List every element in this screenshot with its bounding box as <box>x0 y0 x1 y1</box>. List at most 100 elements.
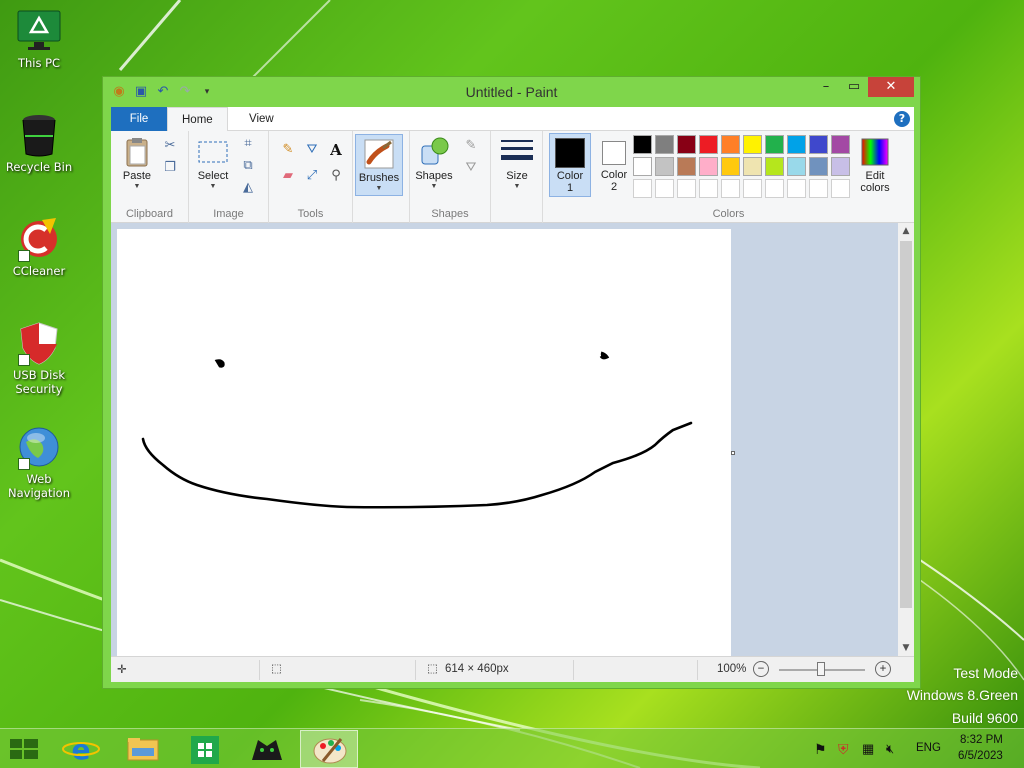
canvas-resize-handle[interactable] <box>731 451 735 455</box>
tab-home[interactable]: Home <box>167 107 228 132</box>
color2-button[interactable]: Color 2 <box>595 133 633 193</box>
title-bar[interactable]: ◉ ▣ ↶ ↷ ▾ Untitled - Paint – ▭ ✕ <box>103 77 920 107</box>
palette-swatch[interactable] <box>765 157 784 176</box>
palette-swatch[interactable] <box>765 135 784 154</box>
palette-swatch[interactable] <box>765 179 784 198</box>
minimize-button[interactable]: – <box>812 77 840 97</box>
palette-swatch[interactable] <box>743 157 762 176</box>
color1-button[interactable]: Color 1 <box>549 133 591 197</box>
canvas-workspace <box>111 223 898 656</box>
close-button[interactable]: ✕ <box>868 77 914 97</box>
cut-icon[interactable]: ✂ <box>161 137 179 155</box>
scroll-up-icon[interactable]: ▲ <box>898 223 914 239</box>
crop-icon[interactable]: ⌗ <box>239 135 257 153</box>
watermark-test-mode: Test Mode <box>953 665 1018 681</box>
desktop-icon-label: USB Disk Security <box>13 368 65 396</box>
taskbar-internet-explorer[interactable]: e <box>52 730 110 768</box>
palette-swatch[interactable] <box>699 179 718 198</box>
paste-button[interactable]: Paste ▼ <box>119 136 155 191</box>
size-button[interactable]: Size ▼ <box>497 136 537 191</box>
security-shield-icon[interactable]: ⛨ <box>838 741 849 758</box>
palette-swatch[interactable] <box>743 179 762 198</box>
brushes-button[interactable]: Brushes ▼ <box>355 134 403 196</box>
start-icon <box>10 739 38 759</box>
start-button[interactable] <box>0 730 48 768</box>
palette-swatch[interactable] <box>787 157 806 176</box>
color2-swatch <box>602 141 626 165</box>
clock-date[interactable]: 6/5/2023 <box>958 750 1003 762</box>
taskbar-file-explorer[interactable] <box>114 730 172 768</box>
palette-swatch[interactable] <box>677 157 696 176</box>
palette-swatch[interactable] <box>633 179 652 198</box>
clock-time[interactable]: 8:32 PM <box>960 734 1003 746</box>
taskbar-paint[interactable] <box>300 730 358 768</box>
tab-view[interactable]: View <box>235 107 288 131</box>
rotate-icon[interactable]: ◭ <box>239 179 257 197</box>
edit-colors-button[interactable]: Edit colors <box>853 136 897 194</box>
vertical-scrollbar[interactable]: ▲ ▼ <box>898 223 914 656</box>
palette-swatch[interactable] <box>677 135 696 154</box>
pencil-icon[interactable]: ✎ <box>279 141 297 159</box>
eraser-icon[interactable]: ▰ <box>279 167 297 185</box>
scroll-down-icon[interactable]: ▼ <box>898 640 914 656</box>
palette-swatch[interactable] <box>721 157 740 176</box>
palette-swatch[interactable] <box>655 179 674 198</box>
taskbar-store[interactable] <box>176 730 234 768</box>
desktop-icon-recycle-bin[interactable]: Recycle Bin <box>4 112 74 174</box>
desktop-icon-this-pc[interactable]: This PC <box>4 8 74 70</box>
language-indicator[interactable]: ENG <box>916 742 941 754</box>
palette-swatch[interactable] <box>743 135 762 154</box>
color-picker-icon[interactable]: ⤢ <box>303 167 321 185</box>
palette-swatch[interactable] <box>655 157 674 176</box>
palette-swatch[interactable] <box>633 135 652 154</box>
text-icon[interactable]: A <box>327 141 345 159</box>
palette-swatch[interactable] <box>677 179 696 198</box>
zoom-out-icon[interactable]: − <box>753 661 769 677</box>
palette-swatch[interactable] <box>721 179 740 198</box>
palette-swatch[interactable] <box>633 157 652 176</box>
palette-swatch[interactable] <box>831 157 850 176</box>
palette-swatch[interactable] <box>699 157 718 176</box>
edit-colors-icon <box>859 136 891 168</box>
canvas-size-icon: ⬚ <box>427 663 438 675</box>
group-clipboard: Paste ▼ ✂ ❐ Clipboard <box>111 131 189 223</box>
palette-swatch[interactable] <box>831 135 850 154</box>
palette-swatch[interactable] <box>721 135 740 154</box>
palette-swatch[interactable] <box>655 135 674 154</box>
zoom-slider-thumb[interactable] <box>817 662 825 676</box>
desktop-icon-web-navigation[interactable]: Web Navigation <box>4 424 74 500</box>
drawing-canvas[interactable] <box>117 229 731 656</box>
brush-icon <box>363 138 395 170</box>
fill-icon[interactable]: ⛛ <box>303 141 321 159</box>
resize-icon[interactable]: ⧉ <box>239 157 257 175</box>
magnifier-icon[interactable]: ⚲ <box>327 167 345 185</box>
palette-swatch[interactable] <box>699 135 718 154</box>
paint-icon <box>313 738 347 764</box>
selection-size-icon: ⬚ <box>271 663 282 675</box>
volume-muted-icon[interactable]: 🔇︎ <box>886 741 894 757</box>
palette-swatch[interactable] <box>809 157 828 176</box>
scrollbar-thumb[interactable] <box>900 241 912 608</box>
action-center-flag-icon[interactable]: ⚑ <box>814 741 827 758</box>
desktop-icon-ccleaner[interactable]: CCleaner <box>4 216 74 278</box>
group-brushes: Brushes ▼ <box>353 131 409 223</box>
help-icon[interactable]: ? <box>894 111 910 127</box>
copy-icon[interactable]: ❐ <box>161 159 179 177</box>
line-size-icon <box>501 136 533 168</box>
palette-swatch[interactable] <box>787 135 806 154</box>
maximize-button[interactable]: ▭ <box>840 77 868 97</box>
shape-fill-icon[interactable]: ⛛ <box>462 159 480 177</box>
palette-swatch[interactable] <box>787 179 806 198</box>
taskbar-app[interactable] <box>238 730 296 768</box>
zoom-in-icon[interactable]: + <box>875 661 891 677</box>
shapes-button[interactable]: Shapes ▼ <box>414 136 454 191</box>
select-button[interactable]: Select ▼ <box>195 136 231 191</box>
palette-swatch[interactable] <box>809 179 828 198</box>
tab-file[interactable]: File <box>111 107 167 131</box>
desktop-icon-usb-disk-security[interactable]: USB Disk Security <box>4 320 74 396</box>
outline-icon[interactable]: ✎ <box>462 137 480 155</box>
color-palette <box>633 135 857 201</box>
palette-swatch[interactable] <box>809 135 828 154</box>
palette-swatch[interactable] <box>831 179 850 198</box>
network-icon[interactable]: ▦ <box>862 741 874 757</box>
